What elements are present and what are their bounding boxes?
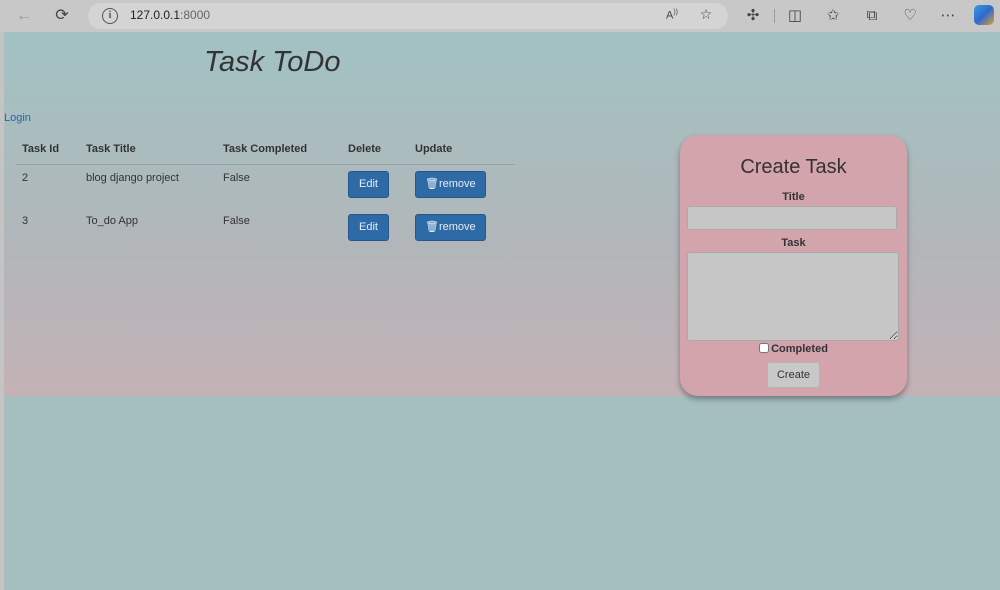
completed-label: Completed — [771, 343, 828, 355]
create-task-card: Create Task Title Task Completed Create — [680, 135, 907, 396]
cell-task-completed: False — [217, 207, 342, 251]
cell-update: 🗑remove — [409, 164, 515, 208]
table-row: 2 blog django project False Edit 🗑remove — [16, 164, 515, 208]
edit-button[interactable]: Edit — [348, 214, 389, 241]
url-port: :8000 — [180, 8, 211, 22]
favorite-star-icon[interactable]: ☆ — [696, 6, 716, 23]
header-task-completed: Task Completed — [217, 136, 342, 165]
extensions-icon[interactable]: ✣ — [742, 5, 764, 27]
edit-button[interactable]: Edit — [348, 171, 389, 198]
remove-label: remove — [438, 178, 476, 190]
page-title: Task ToDo — [204, 46, 341, 78]
toolbar-divider — [774, 9, 775, 23]
header-update: Update — [409, 136, 515, 165]
more-icon[interactable]: ⋯ — [937, 5, 959, 27]
browser-essentials-icon[interactable]: ♡ — [899, 5, 921, 27]
create-task-heading: Create Task — [740, 156, 847, 178]
cell-update: 🗑remove — [409, 207, 515, 251]
cell-delete: Edit — [342, 164, 409, 208]
remove-button[interactable]: 🗑remove — [415, 171, 486, 198]
cell-task-title: To_do App — [80, 207, 217, 251]
browser-toolbar: ← ⟳ i 127.0.0.1:8000 A)) ☆ ✣ ◫ ✩ ⧉ ♡ ⋯ — [0, 0, 1000, 32]
remove-label: remove — [438, 221, 476, 233]
trash-icon: 🗑 — [425, 221, 439, 233]
remove-button[interactable]: 🗑remove — [415, 214, 486, 241]
refresh-icon[interactable]: ⟳ — [50, 4, 74, 28]
title-label: Title — [782, 191, 805, 203]
completed-checkbox[interactable] — [759, 343, 770, 353]
task-label: Task — [781, 237, 806, 249]
table-row: 3 To_do App False Edit 🗑remove — [16, 207, 515, 251]
cell-task-id: 3 — [16, 207, 80, 251]
login-link[interactable]: Login — [4, 112, 31, 124]
completed-row: Completed — [680, 343, 907, 355]
read-aloud-icon[interactable]: A)) — [662, 9, 682, 22]
back-arrow-icon[interactable]: ← — [12, 4, 36, 28]
split-screen-icon[interactable]: ◫ — [784, 5, 806, 27]
collections-icon[interactable]: ⧉ — [861, 5, 883, 27]
cell-task-completed: False — [217, 164, 342, 208]
create-button[interactable]: Create — [767, 362, 820, 388]
url-text[interactable]: 127.0.0.1:8000 — [130, 8, 210, 22]
cell-task-title: blog django project — [80, 164, 217, 208]
title-input[interactable] — [687, 206, 897, 230]
table-header-row: Task Id Task Title Task Completed Delete… — [16, 136, 515, 165]
page-body: Task ToDo Login Task Id Task Title Task … — [4, 32, 1000, 590]
cell-task-id: 2 — [16, 164, 80, 208]
header-task-id: Task Id — [16, 136, 80, 165]
task-textarea[interactable] — [687, 252, 899, 341]
cell-delete: Edit — [342, 207, 409, 251]
address-bar[interactable]: i 127.0.0.1:8000 A)) ☆ — [88, 3, 728, 29]
header-delete: Delete — [342, 136, 409, 165]
favorites-icon[interactable]: ✩ — [822, 5, 844, 27]
trash-icon: 🗑 — [425, 178, 439, 190]
task-table: Task Id Task Title Task Completed Delete… — [16, 136, 515, 251]
header-task-title: Task Title — [80, 136, 217, 165]
info-icon[interactable]: i — [102, 8, 118, 24]
copilot-icon[interactable] — [974, 5, 994, 25]
url-host: 127.0.0.1 — [130, 8, 181, 22]
